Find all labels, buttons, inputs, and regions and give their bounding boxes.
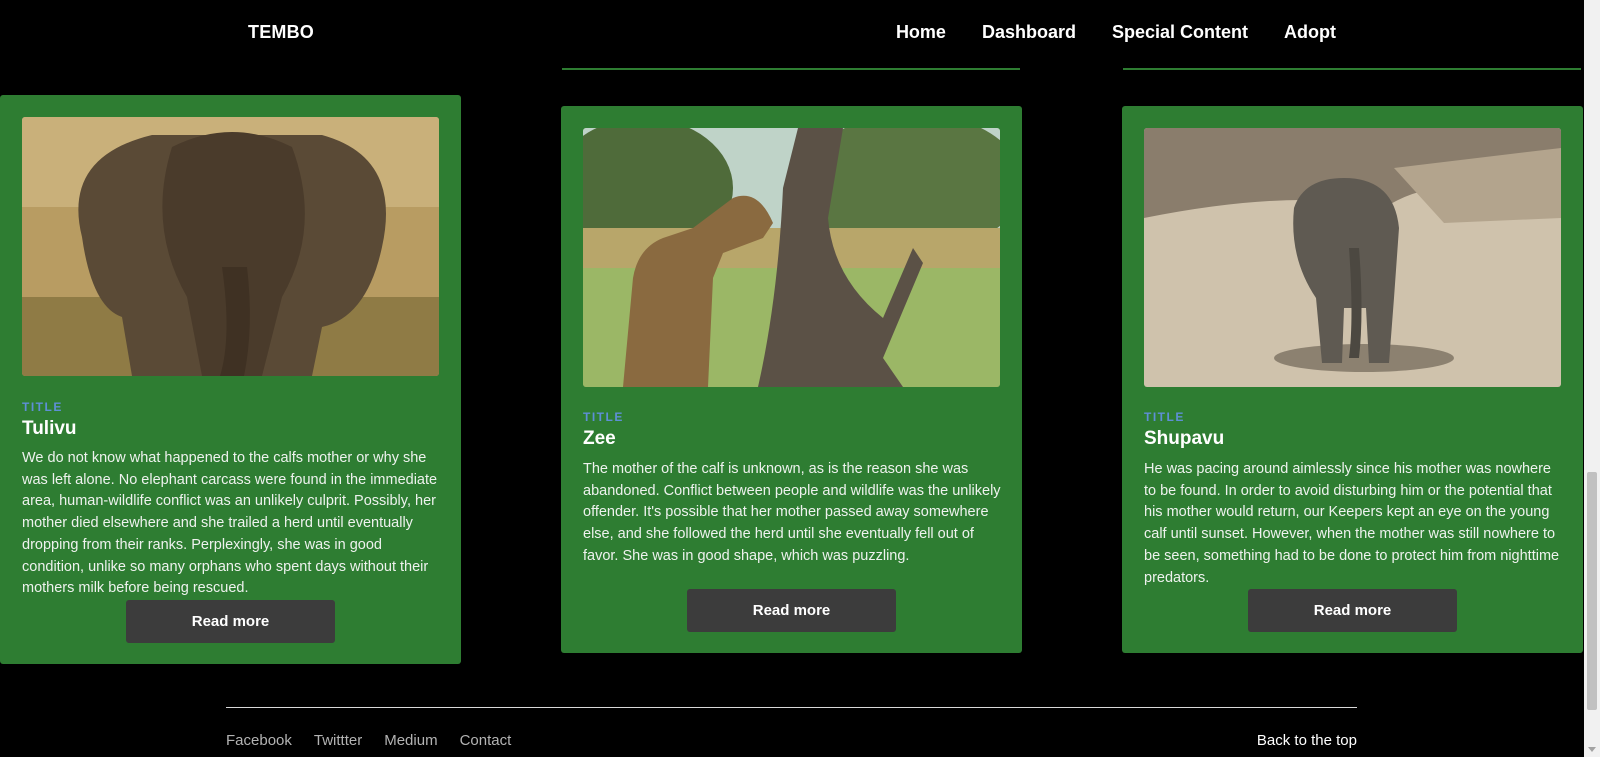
card-description: We do not know what happened to the calf… bbox=[22, 450, 438, 597]
main-nav: Home Dashboard Special Content Adopt bbox=[896, 22, 1336, 43]
brand-logo[interactable]: TEMBO bbox=[248, 22, 314, 43]
giraffe-photo bbox=[583, 128, 1000, 387]
card-description: He was pacing around aimlessly since his… bbox=[1144, 461, 1560, 586]
elephant-calf-photo bbox=[1144, 128, 1561, 387]
footer-link-twitter[interactable]: Twittter bbox=[314, 732, 362, 749]
footer-link-facebook[interactable]: Facebook bbox=[226, 732, 292, 749]
scrollbar-thumb[interactable] bbox=[1587, 472, 1597, 710]
read-more-button[interactable]: Read more bbox=[126, 600, 335, 643]
back-to-top-link[interactable]: Back to the top bbox=[1257, 732, 1357, 749]
card-title: Tulivu bbox=[22, 418, 77, 439]
animal-card-shupavu: TITLE Shupavu He was pacing around aimle… bbox=[1122, 106, 1583, 653]
card-top-edge bbox=[562, 68, 1020, 70]
scroll-down-arrow-icon[interactable] bbox=[1588, 747, 1596, 752]
read-more-button[interactable]: Read more bbox=[687, 589, 896, 632]
footer-links: Facebook Twittter Medium Contact bbox=[226, 732, 511, 749]
card-description: The mother of the calf is unknown, as is… bbox=[583, 461, 1001, 564]
card-eyebrow: TITLE bbox=[1144, 410, 1185, 424]
card-eyebrow: TITLE bbox=[22, 400, 63, 414]
read-more-button[interactable]: Read more bbox=[1248, 589, 1457, 632]
footer-link-contact[interactable]: Contact bbox=[460, 732, 512, 749]
card-title: Zee bbox=[583, 428, 616, 449]
elephant-adult-photo bbox=[22, 117, 439, 376]
animal-card-tulivu: TITLE Tulivu We do not know what happene… bbox=[0, 95, 461, 664]
nav-special-content[interactable]: Special Content bbox=[1112, 22, 1248, 43]
card-eyebrow: TITLE bbox=[583, 410, 624, 424]
nav-adopt[interactable]: Adopt bbox=[1284, 22, 1336, 43]
animal-card-zee: TITLE Zee The mother of the calf is unkn… bbox=[561, 106, 1022, 653]
nav-dashboard[interactable]: Dashboard bbox=[982, 22, 1076, 43]
card-top-edge bbox=[1123, 68, 1581, 70]
nav-home[interactable]: Home bbox=[896, 22, 946, 43]
scrollbar[interactable] bbox=[1584, 0, 1600, 757]
card-title: Shupavu bbox=[1144, 428, 1225, 449]
footer-divider bbox=[226, 707, 1357, 708]
footer-link-medium[interactable]: Medium bbox=[384, 732, 437, 749]
